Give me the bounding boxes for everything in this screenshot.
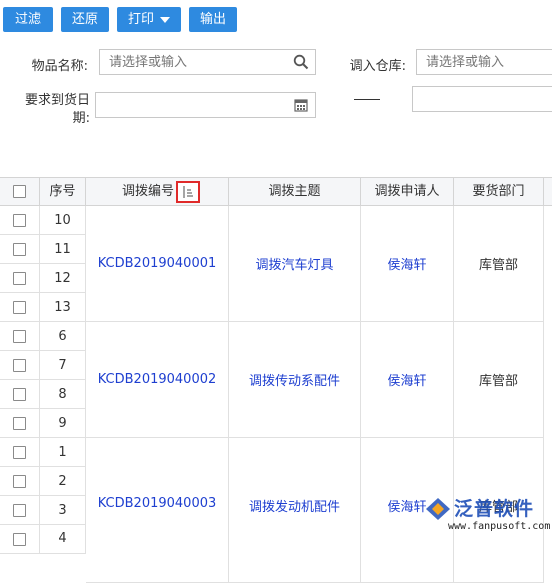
brand-watermark: 泛普软件 www.fanpusoft.com	[420, 494, 552, 543]
row-checkbox[interactable]	[13, 330, 26, 343]
header-select-all-cell	[0, 178, 40, 205]
row-checkbox[interactable]	[13, 272, 26, 285]
item-name-label: 物品名称:	[31, 59, 88, 74]
date-range-separator	[354, 99, 380, 100]
header-seq[interactable]: 序号	[40, 178, 86, 205]
dept-cell: 库管部	[454, 206, 544, 322]
table-row-checkbox-cell	[0, 264, 40, 293]
table-row-checkbox-cell	[0, 467, 40, 496]
item-name-field[interactable]	[99, 49, 316, 75]
sort-icon[interactable]	[176, 181, 200, 203]
required-date-end-field[interactable]	[412, 86, 552, 112]
transfer-no-link[interactable]: KCDB2019040002	[86, 322, 229, 438]
seq-cell: 7	[40, 351, 86, 380]
subject-link[interactable]: 调拨传动系配件	[229, 322, 361, 438]
table-row-checkbox-cell	[0, 525, 40, 554]
brand-logo-icon	[426, 498, 450, 520]
row-checkbox[interactable]	[13, 446, 26, 459]
item-name-input[interactable]	[100, 50, 315, 74]
calendar-icon[interactable]	[293, 97, 309, 113]
required-date-end-input[interactable]	[413, 87, 552, 111]
table-row-checkbox-cell	[0, 380, 40, 409]
transfer-no-link[interactable]: KCDB2019040003	[86, 438, 229, 583]
required-date-label-line2: 期:	[72, 111, 90, 126]
seq-cell: 6	[40, 322, 86, 351]
required-date-label-line1: 要求到货日	[24, 93, 90, 108]
toolbar: 过滤 还原 打印 输出	[0, 0, 552, 34]
filter-button[interactable]: 过滤	[3, 7, 53, 32]
seq-cell: 3	[40, 496, 86, 525]
row-checkbox[interactable]	[13, 388, 26, 401]
subject-link[interactable]: 调拨汽车灯具	[229, 206, 361, 322]
required-date-label: 要求到货日 期:	[15, 92, 90, 128]
row-checkbox[interactable]	[13, 243, 26, 256]
row-checkbox[interactable]	[13, 359, 26, 372]
in-warehouse-label: 调入仓库:	[349, 59, 406, 74]
seq-cell: 2	[40, 467, 86, 496]
header-dept[interactable]: 要货部门	[454, 178, 544, 205]
applicant-link[interactable]: 侯海轩	[361, 206, 454, 322]
table-row-checkbox-cell	[0, 235, 40, 264]
restore-button[interactable]: 还原	[61, 7, 109, 32]
row-checkbox[interactable]	[13, 214, 26, 227]
table-row-checkbox-cell	[0, 409, 40, 438]
transfer-no-link[interactable]: KCDB2019040001	[86, 206, 229, 322]
table-row-checkbox-cell	[0, 438, 40, 467]
required-date-start-input[interactable]	[96, 93, 315, 117]
table-row-checkbox-cell	[0, 293, 40, 322]
header-transfer-no-label: 调拨编号	[122, 184, 175, 199]
table-row-checkbox-cell	[0, 496, 40, 525]
seq-cell: 13	[40, 293, 86, 322]
seq-cell: 4	[40, 525, 86, 554]
brand-name: 泛普软件	[454, 498, 535, 520]
row-checkbox[interactable]	[13, 417, 26, 430]
seq-cell: 9	[40, 409, 86, 438]
table-header: 序号 调拨编号 调拨主题 调拨申请人 要货部门	[0, 177, 552, 206]
search-icon[interactable]	[293, 54, 309, 70]
dept-cell: 库管部	[454, 322, 544, 438]
seq-cell: 1	[40, 438, 86, 467]
export-button[interactable]: 输出	[189, 7, 237, 32]
in-warehouse-field[interactable]	[416, 49, 552, 75]
seq-cell: 11	[40, 235, 86, 264]
table-row-checkbox-cell	[0, 206, 40, 235]
subject-link[interactable]: 调拨发动机配件	[229, 438, 361, 583]
seq-cell: 8	[40, 380, 86, 409]
in-warehouse-input[interactable]	[417, 50, 552, 74]
row-checkbox[interactable]	[13, 301, 26, 314]
brand-url: www.fanpusoft.com	[448, 521, 551, 532]
seq-cell: 10	[40, 206, 86, 235]
header-applicant[interactable]: 调拨申请人	[361, 178, 454, 205]
row-checkbox[interactable]	[13, 475, 26, 488]
print-button-label: 打印	[127, 12, 154, 27]
header-transfer-no[interactable]: 调拨编号	[86, 178, 229, 205]
seq-cell: 12	[40, 264, 86, 293]
table-row-checkbox-cell	[0, 351, 40, 380]
caret-down-icon	[160, 16, 170, 23]
row-checkbox[interactable]	[13, 533, 26, 546]
header-subject[interactable]: 调拨主题	[229, 178, 361, 205]
required-date-start-field[interactable]	[95, 92, 316, 118]
applicant-link[interactable]: 侯海轩	[361, 322, 454, 438]
select-all-checkbox[interactable]	[13, 185, 26, 198]
table-row-checkbox-cell	[0, 322, 40, 351]
row-checkbox[interactable]	[13, 504, 26, 517]
print-button[interactable]: 打印	[117, 7, 181, 32]
